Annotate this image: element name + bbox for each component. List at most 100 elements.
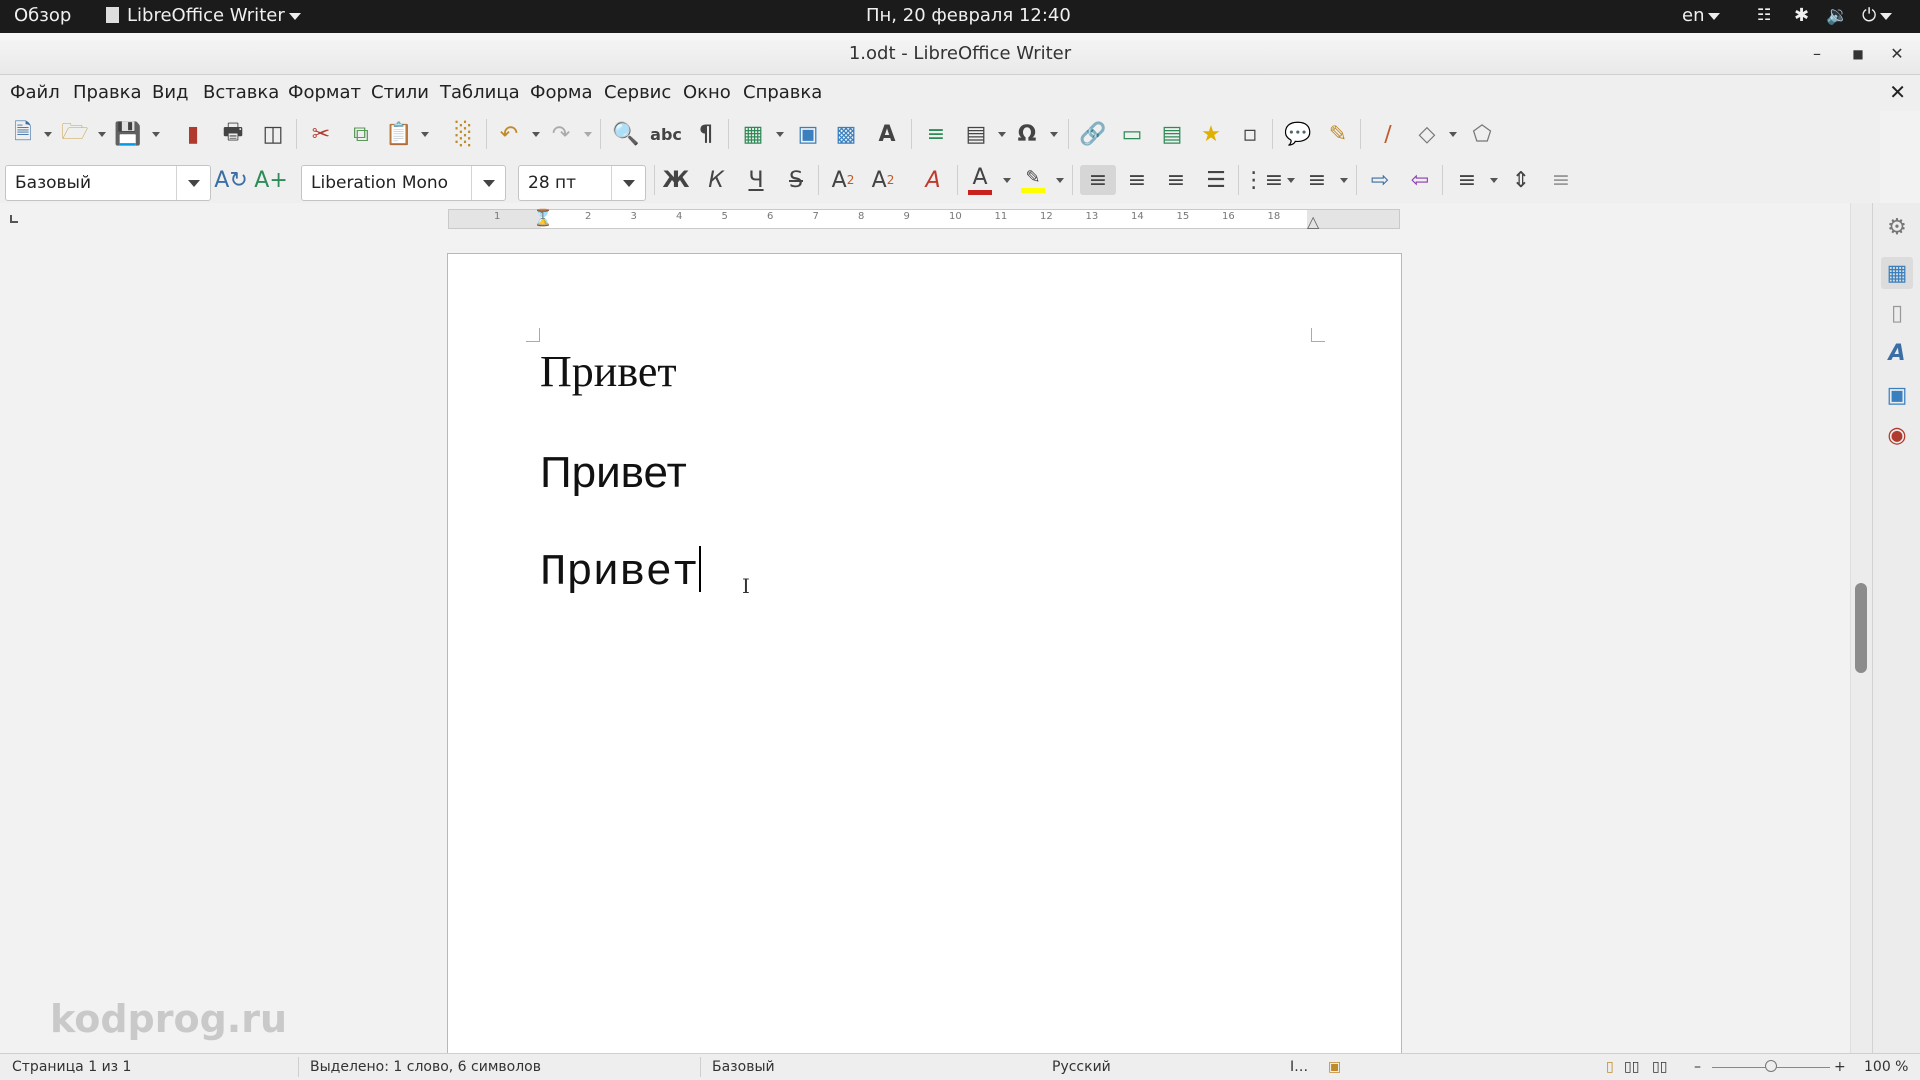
chevron-down-icon[interactable] <box>471 166 505 200</box>
page-icon[interactable]: ▯ <box>1881 297 1913 329</box>
chevron-down-icon[interactable] <box>98 132 106 137</box>
insert-table-icon[interactable]: ▦ <box>738 119 768 149</box>
chevron-down-icon[interactable] <box>1003 178 1011 183</box>
menu-form[interactable]: Форма <box>530 82 593 103</box>
tab-stop-icon[interactable] <box>10 215 18 223</box>
numbered-list-icon[interactable]: ≡ <box>1302 165 1332 195</box>
bullet-list-icon[interactable]: ⋮≡ <box>1243 165 1283 195</box>
menu-tools[interactable]: Сервис <box>604 82 671 103</box>
close-document-icon[interactable]: ✕ <box>1889 80 1906 104</box>
gallery-icon[interactable]: ▣ <box>1881 379 1913 411</box>
zoom-in-icon[interactable]: + <box>1834 1059 1846 1075</box>
page-count[interactable]: Страница 1 из 1 <box>12 1059 131 1075</box>
minimize-button[interactable]: – <box>1804 41 1830 67</box>
document-page[interactable]: Привет Привет Привет I <box>447 253 1402 1053</box>
document-modified-icon[interactable]: ▣ <box>1328 1059 1341 1075</box>
insert-chart-icon[interactable]: ▩ <box>831 119 861 149</box>
text-language[interactable]: Русский <box>1052 1059 1111 1075</box>
keyboard-layout-button[interactable]: en <box>1682 5 1721 26</box>
print-icon[interactable]: 🖶 <box>218 119 248 149</box>
undo-icon[interactable]: ↶ <box>494 119 524 149</box>
cross-reference-icon[interactable]: ▫ <box>1235 119 1265 149</box>
font-name-combo[interactable]: Liberation Mono <box>301 165 506 201</box>
navigator-icon[interactable]: ◉ <box>1881 419 1913 451</box>
horizontal-ruler[interactable]: ⌛ △ 1 1 2 3 4 5 6 7 8 9 10 11 12 13 14 15 16 18 <box>448 208 1400 231</box>
single-page-view-icon[interactable]: ▯ <box>1606 1059 1614 1075</box>
justify-icon[interactable]: ☰ <box>1201 165 1231 195</box>
chevron-down-icon[interactable] <box>611 166 645 200</box>
paste-icon[interactable]: 📋 <box>384 119 414 149</box>
menu-file[interactable]: Файл <box>10 82 60 103</box>
decrease-indent-icon[interactable]: ⇦ <box>1405 165 1435 195</box>
increase-indent-icon[interactable]: ⇨ <box>1365 165 1395 195</box>
copy-icon[interactable]: ⧉ <box>346 119 376 149</box>
paragraph-mono[interactable]: Привет <box>540 546 702 598</box>
bookmark-icon[interactable]: ★ <box>1196 119 1226 149</box>
track-changes-icon[interactable]: ✎ <box>1323 119 1353 149</box>
scrollbar-thumb[interactable] <box>1855 583 1867 673</box>
clone-formatting-icon[interactable]: ░ <box>449 119 479 149</box>
bluetooth-icon[interactable]: ✱ <box>1794 5 1809 26</box>
increase-paragraph-spacing-icon[interactable]: ⇕ <box>1506 165 1536 195</box>
endnote-icon[interactable]: ▤ <box>1157 119 1187 149</box>
menu-window[interactable]: Окно <box>683 82 731 103</box>
insert-mode-icon[interactable]: I… <box>1290 1059 1308 1075</box>
clock[interactable]: Пн, 20 февраля 12:40 <box>866 5 1071 26</box>
superscript-icon[interactable]: A2 <box>828 165 858 195</box>
new-document-icon[interactable]: 🗎 <box>8 119 38 149</box>
chevron-down-icon[interactable] <box>152 132 160 137</box>
multi-page-view-icon[interactable]: ▯▯ <box>1624 1059 1639 1075</box>
book-view-icon[interactable]: ▯▯ <box>1652 1059 1667 1075</box>
chevron-down-icon[interactable] <box>1490 178 1498 183</box>
open-icon[interactable]: 🗁 <box>60 119 90 149</box>
save-icon[interactable]: 💾 <box>113 119 143 149</box>
chevron-down-icon[interactable] <box>44 132 52 137</box>
properties-icon[interactable]: ▦ <box>1881 257 1913 289</box>
align-center-icon[interactable]: ≡ <box>1122 165 1152 195</box>
formatting-marks-icon[interactable]: ¶ <box>691 119 721 149</box>
network-icon[interactable]: ☷ <box>1757 5 1771 24</box>
sidebar-settings-icon[interactable]: ⚙ <box>1881 211 1913 243</box>
menu-insert[interactable]: Вставка <box>203 82 279 103</box>
special-character-icon[interactable]: Ω <box>1012 119 1042 149</box>
underline-button[interactable]: Ч <box>741 165 771 195</box>
menu-format[interactable]: Формат <box>288 82 361 103</box>
menu-styles[interactable]: Стили <box>371 82 429 103</box>
maximize-button[interactable]: ■ <box>1845 41 1871 67</box>
clear-formatting-icon[interactable]: A <box>918 165 948 195</box>
subscript-icon[interactable]: A2 <box>868 165 898 195</box>
paragraph-sans[interactable]: Привет <box>540 448 687 498</box>
font-size-combo[interactable]: 28 пт <box>518 165 646 201</box>
selection-info[interactable]: Выделено: 1 слово, 6 символов <box>310 1059 541 1075</box>
styles-icon[interactable]: A <box>1881 337 1913 369</box>
font-color-icon[interactable]: A <box>965 165 995 195</box>
menu-view[interactable]: Вид <box>152 82 189 103</box>
cut-icon[interactable]: ✂ <box>306 119 336 149</box>
line-spacing-icon[interactable]: ≡ <box>1452 165 1482 195</box>
update-style-icon[interactable]: A↻ <box>214 165 247 195</box>
menu-table[interactable]: Таблица <box>440 82 520 103</box>
italic-button[interactable]: К <box>701 165 731 195</box>
paragraph-serif[interactable]: Привет <box>540 346 677 397</box>
chevron-down-icon[interactable] <box>1287 178 1295 183</box>
close-window-button[interactable]: ✕ <box>1884 41 1910 67</box>
chevron-down-icon[interactable] <box>1340 178 1348 183</box>
chevron-down-icon[interactable] <box>176 166 210 200</box>
vertical-scrollbar[interactable] <box>1850 203 1872 1053</box>
page-break-icon[interactable]: ≡ <box>921 119 951 149</box>
chevron-down-icon[interactable] <box>998 132 1006 137</box>
new-style-icon[interactable]: A+ <box>254 165 287 195</box>
polygon-icon[interactable]: ⬠ <box>1467 119 1497 149</box>
paragraph-style-combo[interactable]: Базовый <box>5 165 211 201</box>
hyperlink-icon[interactable]: 🔗 <box>1078 119 1108 149</box>
zoom-slider-handle[interactable] <box>1765 1060 1777 1072</box>
chevron-down-icon[interactable] <box>421 132 429 137</box>
print-preview-icon[interactable]: ◫ <box>258 119 288 149</box>
strikethrough-icon[interactable]: S <box>781 165 811 195</box>
footnote-icon[interactable]: ▭ <box>1117 119 1147 149</box>
find-replace-icon[interactable]: 🔍 <box>611 119 641 149</box>
chevron-down-icon[interactable] <box>532 132 540 137</box>
activities-button[interactable]: Обзор <box>14 5 71 26</box>
align-right-icon[interactable]: ≡ <box>1161 165 1191 195</box>
right-indent-marker-icon[interactable]: △ <box>1307 212 1319 231</box>
